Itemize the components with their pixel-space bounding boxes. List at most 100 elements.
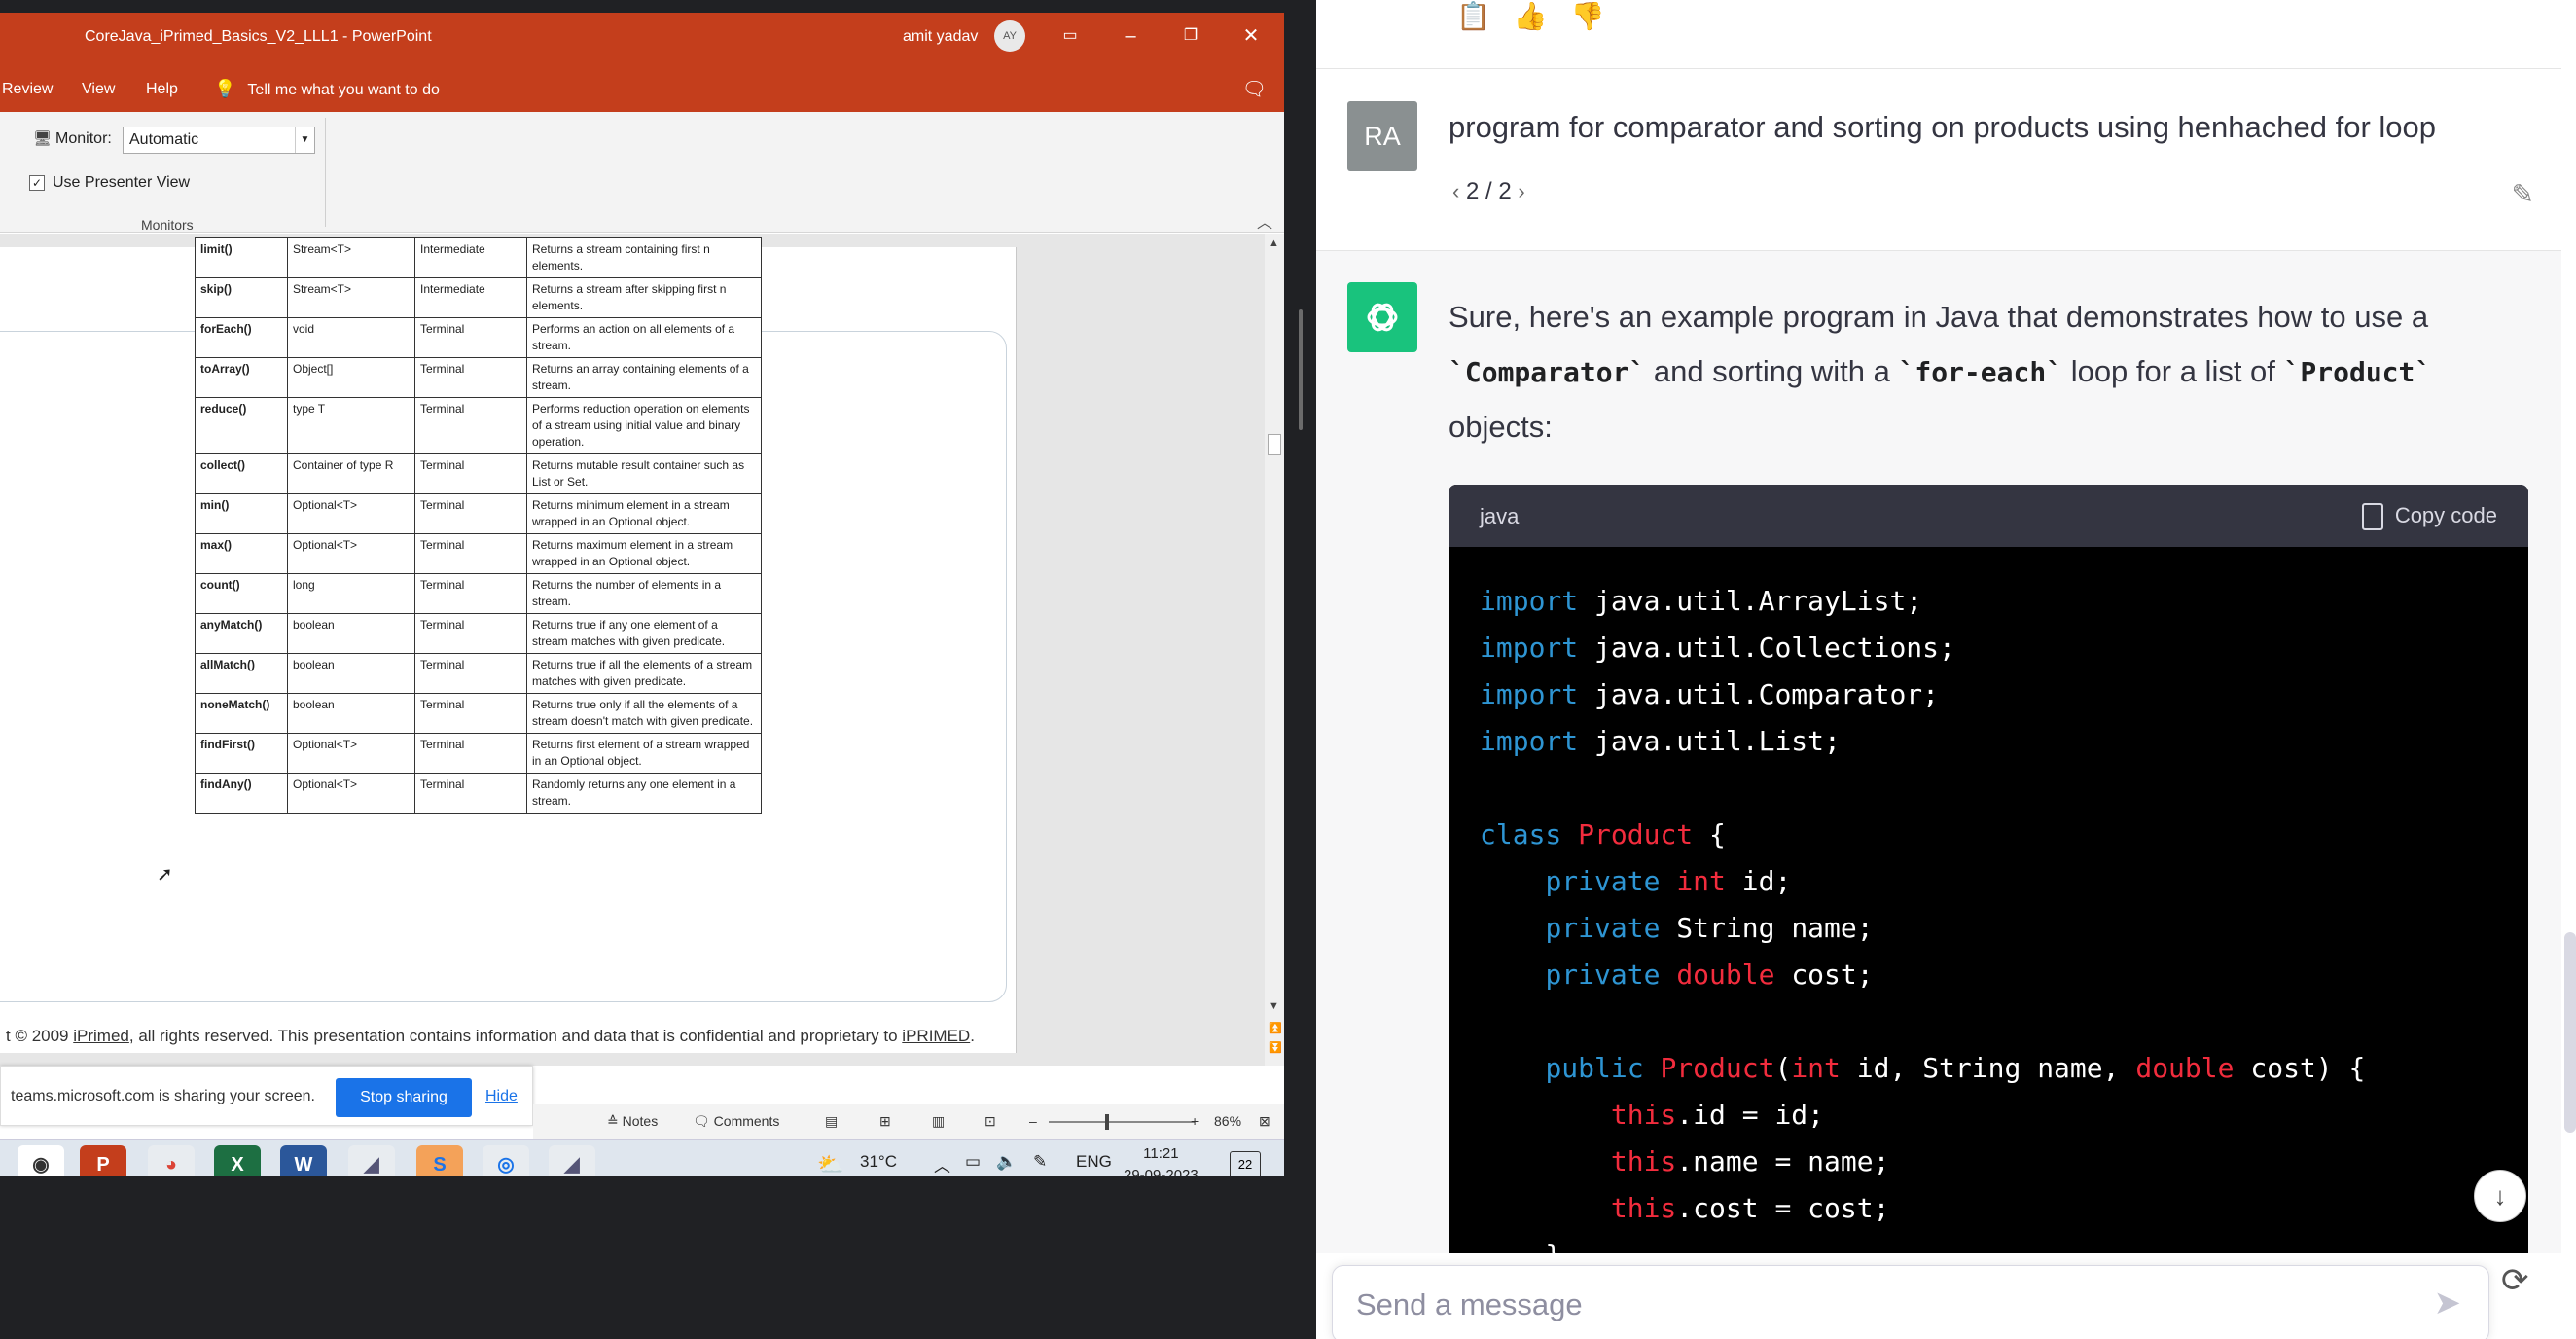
restore-button[interactable]: ❐	[1173, 20, 1208, 52]
table-cell-desc: Returns first element of a stream wrappe…	[526, 733, 762, 774]
user-avatar[interactable]: AY	[994, 20, 1025, 52]
zoom-out-icon[interactable]: –	[1029, 1113, 1037, 1129]
menu-review[interactable]: Review	[2, 81, 53, 98]
chat-scrollbar[interactable]	[2564, 932, 2576, 1133]
copyright-pre: t © 2009	[6, 1027, 74, 1045]
message-input[interactable]: Send a message ➤	[1332, 1265, 2489, 1339]
notes-label: Notes	[622, 1113, 659, 1129]
eclipse-icon[interactable]: ◉	[18, 1145, 64, 1176]
message-input-placeholder: Send a message	[1356, 1287, 1583, 1321]
next-slide-icon[interactable]: ⏬	[1269, 1041, 1282, 1054]
chevron-up-icon[interactable]: ︿	[934, 1152, 950, 1176]
thumbs-down-icon[interactable]: 👎	[1571, 0, 1605, 32]
fit-slide-icon[interactable]: ⊠	[1259, 1113, 1270, 1130]
stop-sharing-button[interactable]: Stop sharing	[336, 1078, 472, 1117]
table-cell-method: findAny()	[195, 773, 288, 814]
table-cell-desc: Returns a stream containing first n elem…	[526, 237, 762, 278]
table-cell-method: forEach()	[195, 317, 288, 358]
language-indicator[interactable]: ENG	[1076, 1152, 1112, 1172]
clipboard-icon[interactable]: 📋	[1456, 0, 1490, 32]
presenter-view-checkbox[interactable]: ✓ Use Presenter View	[29, 174, 190, 192]
thumbs-up-icon[interactable]: 👍	[1514, 0, 1548, 32]
screen-share-bar: teams.microsoft.com is sharing your scre…	[0, 1066, 533, 1126]
table-cell-type: Optional<T>	[287, 493, 415, 534]
edit-icon[interactable]: ✎	[2512, 178, 2534, 210]
word-icon[interactable]: W	[280, 1145, 327, 1176]
monitor-select[interactable]: Automatic ▼	[123, 127, 315, 154]
chevron-right-icon[interactable]: ›	[1518, 179, 1524, 203]
collapse-ribbon-icon[interactable]: ︿	[1257, 209, 1272, 233]
pen-icon[interactable]: ✎	[1033, 1152, 1047, 1172]
previous-message-actions: 📋 👍 👎	[1456, 0, 1628, 32]
ribbon-separator	[325, 118, 326, 227]
slide-sorter-icon[interactable]: ⊞	[879, 1113, 891, 1130]
excel-icon[interactable]: X	[214, 1145, 261, 1176]
hide-link[interactable]: Hide	[485, 1088, 518, 1105]
ribbon-display-icon[interactable]: ▭	[1053, 20, 1088, 52]
chatgpt-pane: 📋 👍 👎 RA program for comparator and sortin…	[1316, 0, 2576, 1339]
ppt-title-bar: CoreJava_iPrimed_Basics_V2_LLL1 - PowerP…	[0, 13, 1284, 67]
battery-icon[interactable]: ▭	[965, 1152, 981, 1172]
bot-code-foreach: `for-each`	[1898, 356, 2063, 388]
normal-view-icon[interactable]: ▤	[825, 1113, 838, 1130]
notification-center-icon[interactable]: 22	[1230, 1151, 1261, 1176]
scrollbar-thumb[interactable]	[1268, 434, 1281, 455]
table-cell-type: Stream<T>	[287, 277, 415, 318]
scroll-up-icon[interactable]: ▲	[1269, 237, 1279, 249]
regenerate-icon[interactable]: ⟳	[2501, 1261, 2529, 1300]
comments-button[interactable]: 🗨 Comments	[693, 1113, 779, 1130]
table-cell-desc: Randomly returns any one element in a st…	[526, 773, 762, 814]
table-row: reduce() type T Terminal Performs reduction…	[195, 397, 762, 454]
menu-help[interactable]: Help	[146, 81, 178, 98]
chat-app-icon[interactable]: ◎	[483, 1145, 529, 1176]
scroll-to-bottom-button[interactable]: ↓	[2474, 1170, 2526, 1222]
app-icon-2[interactable]: ◢	[549, 1145, 595, 1176]
slide-copyright: t © 2009 iPrimed, all rights reserved. T…	[6, 1027, 975, 1046]
tell-me-box[interactable]: 💡 Tell me what you want to do	[214, 79, 440, 99]
chrome-icon[interactable]: ◕	[148, 1145, 195, 1176]
table-cell-kind: Terminal	[414, 453, 527, 494]
table-cell-kind: Intermediate	[414, 277, 527, 318]
menu-view[interactable]: View	[82, 81, 115, 98]
table-cell-method: reduce()	[195, 397, 288, 454]
copy-code-button[interactable]: Copy code	[2361, 503, 2497, 531]
table-cell-desc: Returns an array containing elements of …	[526, 357, 762, 398]
volume-icon[interactable]: 🔈	[996, 1152, 1017, 1172]
powerpoint-icon[interactable]: P	[80, 1145, 126, 1176]
divider-handle[interactable]	[1299, 309, 1303, 430]
copyright-brand: iPrimed	[73, 1027, 129, 1045]
zoom-slider[interactable]	[1049, 1121, 1195, 1123]
zoom-in-icon[interactable]: +	[1191, 1113, 1199, 1129]
table-row: min() Optional<T> Terminal Returns minimum …	[195, 493, 762, 534]
zoom-slider-knob[interactable]	[1105, 1114, 1109, 1130]
slideshow-icon[interactable]: ⊡	[984, 1113, 996, 1130]
checkbox-checked-icon[interactable]: ✓	[29, 175, 45, 191]
split-divider[interactable]	[1284, 0, 1316, 1339]
table-cell-method: toArray()	[195, 357, 288, 398]
weather-temp[interactable]: 31°C	[860, 1152, 897, 1172]
chevron-left-icon[interactable]: ‹	[1452, 179, 1459, 203]
app-icon[interactable]: ◢	[348, 1145, 395, 1176]
table-cell-type: boolean	[287, 653, 415, 694]
close-button[interactable]: ✕	[1234, 20, 1269, 52]
table-row: collect() Container of type R Terminal Retu…	[195, 453, 762, 494]
chevron-down-icon[interactable]: ▼	[295, 127, 314, 153]
table-cell-kind: Terminal	[414, 653, 527, 694]
reading-view-icon[interactable]: ▥	[932, 1113, 945, 1130]
taskbar-clock[interactable]: 11:21 29-09-2023	[1124, 1143, 1199, 1176]
zoom-level[interactable]: 86%	[1214, 1113, 1241, 1129]
scroll-down-arrow-icon[interactable]: ▼	[1269, 1000, 1279, 1012]
send-icon[interactable]: ➤	[2434, 1284, 2462, 1322]
table-cell-type: boolean	[287, 693, 415, 734]
pager-text: 2 / 2	[1466, 178, 1512, 204]
table-row: allMatch() boolean Terminal Returns true if…	[195, 653, 762, 694]
minimize-button[interactable]: –	[1113, 20, 1148, 52]
previous-slide-icon[interactable]: ⏫	[1269, 1022, 1282, 1034]
weather-icon[interactable]: ⛅	[817, 1152, 843, 1176]
slide-vertical-scrollbar[interactable]: ▲ ▼ ⏫ ⏬	[1265, 234, 1284, 1066]
notes-button[interactable]: ≙ Notes	[607, 1113, 658, 1130]
screen-share-app-icon[interactable]: S	[416, 1145, 463, 1176]
copyright-brand-2: iPRIMED	[902, 1027, 971, 1045]
table-cell-kind: Terminal	[414, 613, 527, 654]
comments-icon[interactable]: 🗨	[1242, 77, 1267, 101]
